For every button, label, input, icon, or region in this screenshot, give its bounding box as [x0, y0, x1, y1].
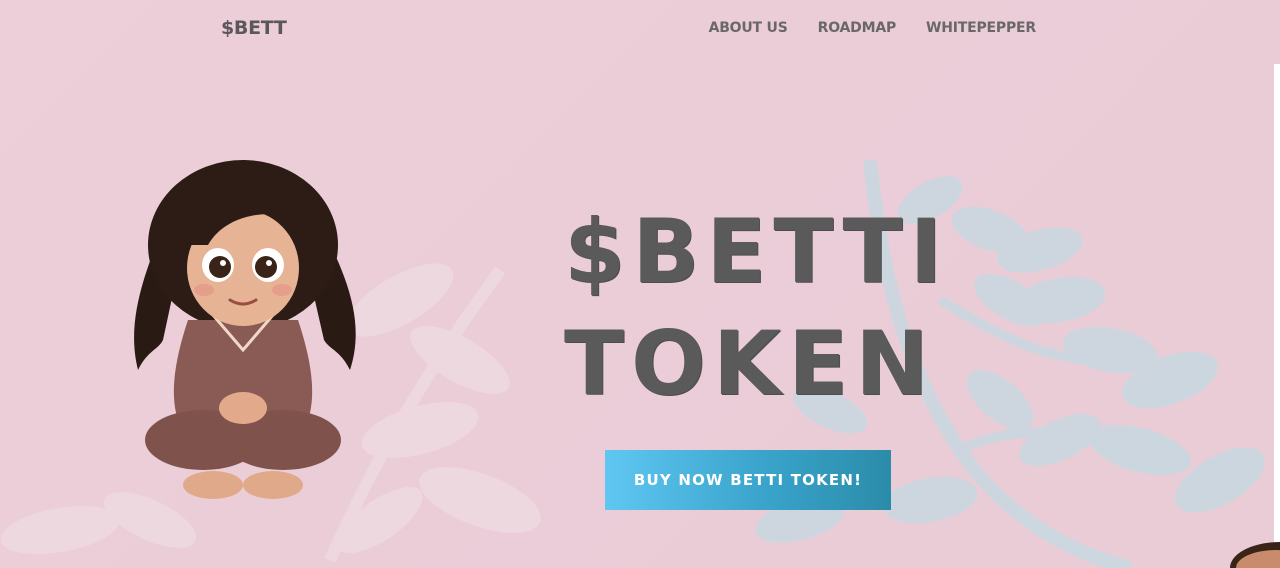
hero-title-line-1: $BETTI	[564, 200, 950, 303]
brand-logo[interactable]: $BETT	[221, 17, 287, 39]
nav-about-us[interactable]: ABOUT US	[709, 20, 788, 36]
page-edge	[1274, 64, 1280, 568]
nav-whitepepper[interactable]: WHITEPEPPER	[926, 20, 1036, 36]
main-nav: ABOUT US ROADMAP WHITEPEPPER	[709, 20, 1037, 36]
nav-roadmap[interactable]: ROADMAP	[818, 20, 897, 36]
corner-decoration	[1230, 542, 1280, 568]
girl-in-pajamas-illustration	[134, 160, 356, 499]
buy-now-button[interactable]: BUY NOW BETTI TOKEN!	[605, 450, 891, 510]
site-header: $BETT ABOUT US ROADMAP WHITEPEPPER	[0, 0, 1280, 60]
hero-title-line-2: TOKEN	[564, 312, 936, 415]
hero-title: $BETTI TOKEN	[564, 196, 949, 420]
